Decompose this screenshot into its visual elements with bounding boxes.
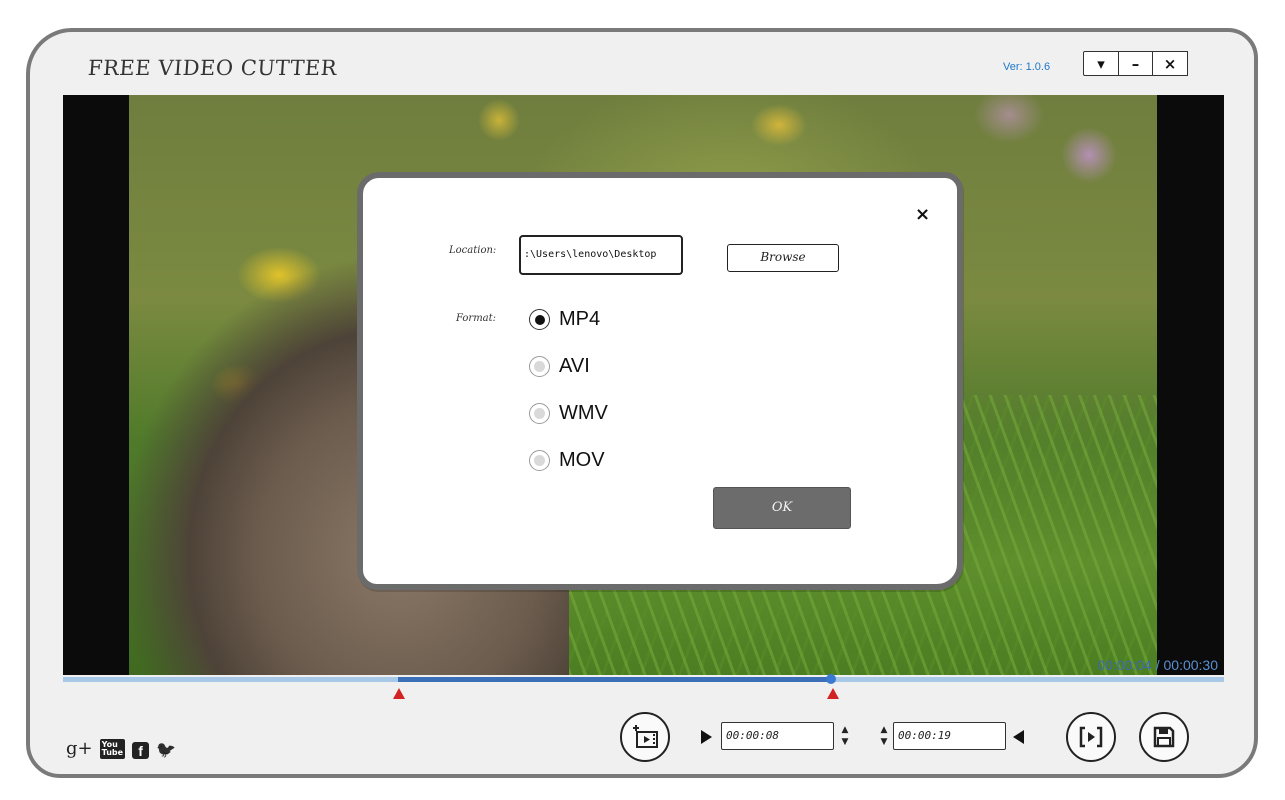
preview-icon [1079, 726, 1103, 748]
radio-unselected[interactable] [529, 356, 550, 377]
playhead-handle[interactable] [826, 674, 836, 684]
radio-selected[interactable] [529, 309, 550, 330]
preview-button[interactable] [1066, 712, 1116, 762]
ok-button[interactable]: OK [713, 487, 851, 529]
window-controls: ▾ – × [1083, 51, 1188, 78]
format-option-label: AVI [559, 355, 590, 377]
close-icon: × [1163, 54, 1177, 73]
export-dialog: × Location: :\Users\lenovo\Desktop Brows… [357, 172, 963, 590]
social-links: g+ You Tube f 🐦 [66, 738, 176, 759]
browse-button[interactable]: Browse [727, 244, 839, 272]
format-option-avi[interactable]: AVI [529, 355, 590, 378]
facebook-icon[interactable]: f [132, 742, 150, 759]
spinner-up-icon[interactable]: ▲ [879, 724, 889, 736]
minimize-button[interactable]: – [1117, 51, 1154, 76]
radio-unselected[interactable] [529, 403, 550, 424]
format-option-label: WMV [559, 402, 608, 424]
twitter-icon[interactable]: 🐦 [156, 740, 176, 759]
youtube-icon-bottom: Tube [101, 748, 124, 757]
chevron-down-icon: ▾ [1097, 54, 1105, 73]
radio-unselected[interactable] [529, 450, 550, 471]
location-label: Location: [449, 245, 497, 256]
dropdown-button[interactable]: ▾ [1083, 51, 1119, 76]
google-plus-icon[interactable]: g+ [66, 738, 93, 759]
minimize-icon: – [1131, 54, 1140, 73]
time-display: 00:00:04 / 00:00:30 [1097, 657, 1218, 673]
format-option-mov[interactable]: MOV [529, 449, 605, 472]
timeline-selection [398, 677, 830, 682]
end-time-spinner[interactable]: ▲ ▼ [879, 724, 889, 752]
dialog-close-icon[interactable]: × [915, 204, 930, 225]
save-button[interactable] [1139, 712, 1189, 762]
format-label: Format: [456, 313, 497, 324]
play-end-icon[interactable] [1013, 730, 1024, 744]
version-label: Ver: 1.0.6 [1003, 61, 1051, 73]
youtube-icon[interactable]: You Tube [99, 739, 126, 759]
start-time-spinner[interactable]: ▲ ▼ [840, 724, 850, 752]
timeline-track[interactable] [63, 677, 1224, 682]
format-option-label: MP4 [559, 308, 601, 330]
close-button[interactable]: × [1152, 51, 1188, 76]
format-option-mp4[interactable]: MP4 [529, 308, 600, 331]
location-input[interactable]: :\Users\lenovo\Desktop [519, 235, 683, 275]
play-start-icon[interactable] [701, 730, 712, 744]
time-separator: / [1151, 657, 1164, 673]
end-marker[interactable] [827, 688, 839, 699]
format-option-label: MOV [559, 449, 605, 471]
format-option-wmv[interactable]: WMV [529, 402, 608, 425]
total-time: 00:00:30 [1163, 657, 1219, 673]
spinner-down-icon[interactable]: ▼ [879, 736, 889, 748]
add-clip-icon [633, 725, 658, 748]
app-title: FREE VIDEO CUTTER [87, 56, 338, 80]
spinner-up-icon[interactable]: ▲ [840, 724, 850, 736]
spinner-down-icon[interactable]: ▼ [840, 736, 850, 748]
add-clip-button[interactable] [620, 712, 670, 762]
start-time-field[interactable]: 00:00:08 [721, 722, 834, 750]
current-time: 00:00:04 [1097, 657, 1152, 673]
save-icon [1153, 726, 1175, 748]
start-marker[interactable] [393, 688, 405, 699]
end-time-field[interactable]: 00:00:19 [893, 722, 1006, 750]
